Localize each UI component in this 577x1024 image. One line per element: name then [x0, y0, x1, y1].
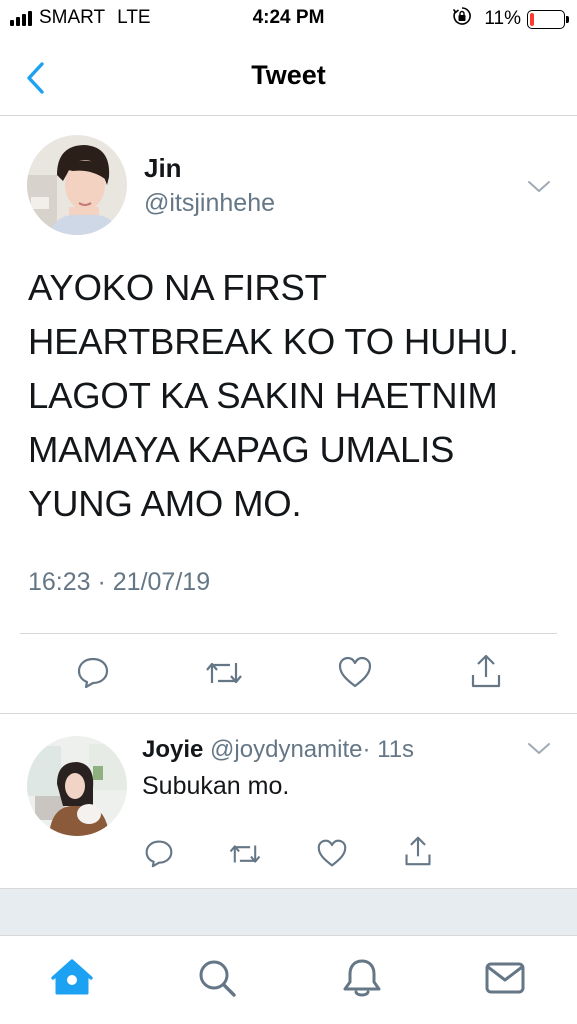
reply-text: Subukan mo.	[142, 772, 290, 800]
reply-icon[interactable]	[144, 838, 174, 873]
retweet-icon[interactable]	[228, 840, 262, 873]
chevron-down-icon[interactable]	[527, 180, 551, 194]
share-icon[interactable]	[403, 835, 433, 872]
author-handle[interactable]: @itsjinhehe	[144, 189, 275, 218]
reply-icon[interactable]	[76, 655, 110, 694]
page-title: Tweet	[251, 60, 326, 90]
messages-icon[interactable]	[483, 956, 527, 1000]
tweet-text: AYOKO NA FIRST HEARTBREAK KO TO HUHU. LA…	[28, 267, 519, 524]
divider	[20, 633, 557, 634]
reply-author-handle[interactable]: @joydynamite	[210, 736, 362, 763]
share-icon[interactable]	[469, 653, 503, 694]
tweet-actions	[0, 653, 577, 693]
notifications-icon[interactable]	[340, 956, 384, 1000]
divider	[0, 713, 577, 714]
status-bar: SMART LTE 4:24 PM 11%	[0, 0, 577, 38]
tab-bar	[0, 936, 577, 1024]
battery-percent: 11%	[484, 8, 521, 29]
author-name[interactable]: Jin	[144, 153, 182, 184]
home-icon[interactable]	[50, 956, 94, 1000]
chevron-down-icon[interactable]	[527, 742, 551, 756]
avatar[interactable]	[27, 135, 127, 235]
like-icon[interactable]	[337, 655, 373, 694]
nav-bar: Tweet	[0, 40, 577, 116]
avatar[interactable]	[27, 736, 127, 836]
battery-fill	[530, 12, 534, 26]
battery-icon	[527, 9, 569, 29]
orientation-lock-icon	[452, 6, 472, 32]
retweet-icon[interactable]	[204, 657, 244, 694]
separator-band	[0, 888, 577, 936]
like-icon[interactable]	[316, 838, 348, 873]
tweet-timestamp: 16:23 · 21/07/19	[28, 568, 211, 596]
reply-author-name[interactable]: Joyie	[142, 736, 203, 763]
reply-header: Joyie @joydynamite· 11s	[142, 736, 414, 764]
reply-time: · 11s	[362, 736, 415, 763]
status-right: 11%	[452, 6, 569, 32]
search-icon[interactable]	[195, 956, 239, 1000]
